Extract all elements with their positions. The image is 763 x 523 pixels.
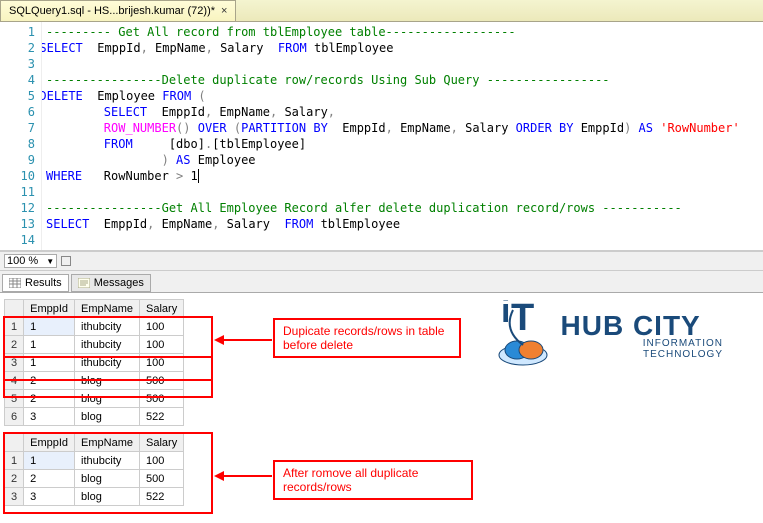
annotation-1: Dupicate records/rows in table before de… bbox=[273, 318, 461, 358]
sql-editor[interactable]: 1234567891011121314 --------- Get All re… bbox=[0, 22, 763, 251]
messages-tab[interactable]: Messages bbox=[71, 274, 151, 292]
chevron-down-icon: ▼ bbox=[46, 257, 54, 266]
column-header[interactable]: EmpName bbox=[75, 300, 140, 318]
logo-icon: i T bbox=[493, 300, 553, 370]
arrow-1 bbox=[214, 330, 274, 350]
line-gutter: 1234567891011121314 bbox=[0, 22, 42, 250]
code-area[interactable]: --------- Get All record from tblEmploye… bbox=[42, 22, 763, 250]
table-row[interactable]: 63blog522 bbox=[5, 408, 184, 426]
zoom-bar: 100 % ▼ bbox=[0, 251, 763, 271]
messages-icon bbox=[78, 278, 90, 288]
zoom-button[interactable] bbox=[61, 256, 71, 266]
zoom-value: 100 % bbox=[7, 255, 38, 267]
grid-icon bbox=[9, 278, 21, 288]
result-tab-bar: Results Messages bbox=[0, 271, 763, 293]
column-header[interactable]: EmppId bbox=[24, 300, 75, 318]
highlight-box-2 bbox=[3, 356, 213, 398]
annotation-2: After romove all duplicate records/rows bbox=[273, 460, 473, 500]
close-icon[interactable]: × bbox=[221, 5, 227, 17]
highlight-box-3 bbox=[3, 432, 213, 514]
table-cell[interactable]: 3 bbox=[24, 408, 75, 426]
tab-title: SQLQuery1.sql - HS...brijesh.kumar (72))… bbox=[9, 5, 215, 17]
column-header[interactable] bbox=[5, 300, 24, 318]
results-tab-label: Results bbox=[25, 277, 62, 289]
arrow-2 bbox=[214, 466, 274, 486]
table-cell[interactable]: 522 bbox=[140, 408, 184, 426]
results-tab[interactable]: Results bbox=[2, 274, 69, 292]
table-cell[interactable]: blog bbox=[75, 408, 140, 426]
zoom-dropdown[interactable]: 100 % ▼ bbox=[4, 254, 57, 268]
logo: i T HUB CITY INFORMATION TECHNOLOGY bbox=[493, 300, 723, 370]
table-cell[interactable]: 6 bbox=[5, 408, 24, 426]
file-tab[interactable]: SQLQuery1.sql - HS...brijesh.kumar (72))… bbox=[0, 0, 236, 21]
svg-text:i: i bbox=[501, 300, 510, 330]
messages-tab-label: Messages bbox=[94, 277, 144, 289]
tab-bar: SQLQuery1.sql - HS...brijesh.kumar (72))… bbox=[0, 0, 763, 22]
svg-text:T: T bbox=[511, 300, 534, 339]
column-header[interactable]: Salary bbox=[140, 300, 184, 318]
